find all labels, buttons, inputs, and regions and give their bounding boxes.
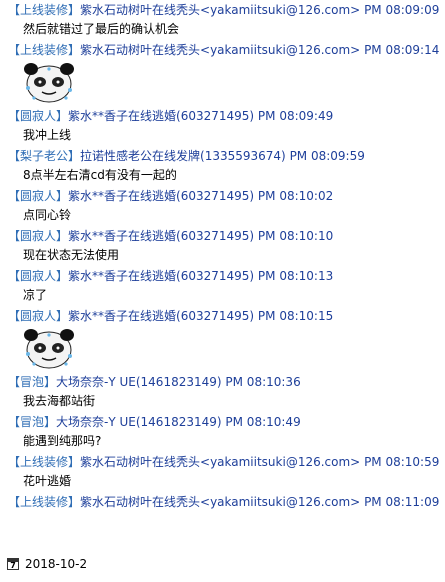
message-time: PM 08:09:09 bbox=[364, 3, 440, 17]
sender-name[interactable]: 紫水**香子在线逃婚(603271495) bbox=[68, 109, 254, 123]
sender-name[interactable]: 拉诺性感老公在线发牌(1335593674) bbox=[80, 149, 286, 163]
sender-name[interactable]: 紫水石动树叶在线秃头<yakamiitsuki@126.com> bbox=[80, 3, 360, 17]
message-time: PM 08:09:49 bbox=[257, 109, 334, 123]
chat-log: 【上线装修】紫水石动树叶在线秃头<yakamiitsuki@126.com> P… bbox=[0, 0, 445, 512]
date-label: 2018-10-2 bbox=[25, 557, 88, 571]
member-title: 【冒泡】 bbox=[8, 375, 57, 389]
message-header: 【上线装修】紫水石动树叶在线秃头<yakamiitsuki@126.com> P… bbox=[0, 0, 445, 20]
member-title: 【上线装修】 bbox=[8, 455, 81, 469]
message-header: 【冒泡】大场奈奈-Y UE(1461823149) PM 08:10:49 bbox=[0, 412, 445, 432]
message-header: 【冒泡】大场奈奈-Y UE(1461823149) PM 08:10:36 bbox=[0, 372, 445, 392]
sender-name[interactable]: 大场奈奈-Y UE(1461823149) bbox=[56, 375, 222, 389]
message-text: 花叶逃婚 bbox=[23, 474, 72, 488]
member-title: 【上线装修】 bbox=[8, 43, 81, 57]
member-title: 【梨子老公】 bbox=[8, 149, 81, 163]
sender-name[interactable]: 大场奈奈-Y UE(1461823149) bbox=[56, 415, 222, 429]
message-header: 【圆寂人】紫水**香子在线逃婚(603271495) PM 08:10:15 bbox=[0, 306, 445, 326]
message-time: PM 08:10:49 bbox=[225, 415, 301, 429]
message-header: 【圆寂人】紫水**香子在线逃婚(603271495) PM 08:10:13 bbox=[0, 266, 445, 286]
message-header: 【上线装修】紫水石动树叶在线秃头<yakamiitsuki@126.com> P… bbox=[0, 452, 445, 472]
sender-name[interactable]: 紫水**香子在线逃婚(603271495) bbox=[68, 189, 254, 203]
sender-name[interactable]: 紫水石动树叶在线秃头<yakamiitsuki@126.com> bbox=[80, 495, 360, 509]
message-text: 能遇到纯那吗? bbox=[23, 434, 102, 448]
panda-face-sticker[interactable] bbox=[22, 326, 76, 370]
message-header: 【上线装修】紫水石动树叶在线秃头<yakamiitsuki@126.com> P… bbox=[0, 40, 445, 60]
message-text: 点同心铃 bbox=[23, 208, 72, 222]
message-header: 【圆寂人】紫水**香子在线逃婚(603271495) PM 08:09:49 bbox=[0, 106, 445, 126]
message-text: 8点半左右清cd有没有一起的 bbox=[23, 168, 177, 182]
member-title: 【圆寂人】 bbox=[8, 109, 69, 123]
message-header: 【圆寂人】紫水**香子在线逃婚(603271495) PM 08:10:02 bbox=[0, 186, 445, 206]
sender-name[interactable]: 紫水石动树叶在线秃头<yakamiitsuki@126.com> bbox=[80, 455, 360, 469]
message-time: PM 08:10:10 bbox=[257, 229, 334, 243]
message-header: 【梨子老公】拉诺性感老公在线发牌(1335593674) PM 08:09:59 bbox=[0, 146, 445, 166]
member-title: 【圆寂人】 bbox=[8, 229, 69, 243]
member-title: 【上线装修】 bbox=[8, 495, 81, 509]
sender-name[interactable]: 紫水石动树叶在线秃头<yakamiitsuki@126.com> bbox=[80, 43, 360, 57]
message-time: PM 08:10:02 bbox=[257, 189, 334, 203]
sender-name[interactable]: 紫水**香子在线逃婚(603271495) bbox=[68, 309, 254, 323]
message-text: 凉了 bbox=[23, 288, 48, 302]
message-time: PM 08:11:09 bbox=[364, 495, 440, 509]
member-title: 【圆寂人】 bbox=[8, 269, 69, 283]
member-title: 【上线装修】 bbox=[8, 3, 81, 17]
message-time: PM 08:10:15 bbox=[257, 309, 334, 323]
member-title: 【冒泡】 bbox=[8, 415, 57, 429]
sender-name[interactable]: 紫水**香子在线逃婚(603271495) bbox=[68, 269, 254, 283]
message-time: PM 08:10:36 bbox=[225, 375, 301, 389]
sender-name[interactable]: 紫水**香子在线逃婚(603271495) bbox=[68, 229, 254, 243]
message-text: 我去海都站街 bbox=[23, 394, 96, 408]
member-title: 【圆寂人】 bbox=[8, 189, 69, 203]
message-time: PM 08:10:13 bbox=[257, 269, 334, 283]
message-time: PM 08:09:59 bbox=[289, 149, 365, 163]
message-text: 我冲上线 bbox=[23, 128, 72, 142]
date-footer: 7 2018-10-2 bbox=[7, 556, 87, 572]
message-header: 【圆寂人】紫水**香子在线逃婚(603271495) PM 08:10:10 bbox=[0, 226, 445, 246]
panda-face-sticker[interactable] bbox=[22, 60, 76, 104]
message-header: 【上线装修】紫水石动树叶在线秃头<yakamiitsuki@126.com> P… bbox=[0, 492, 445, 512]
message-time: PM 08:09:14 bbox=[364, 43, 440, 57]
member-title: 【圆寂人】 bbox=[8, 309, 69, 323]
message-time: PM 08:10:59 bbox=[364, 455, 440, 469]
calendar-icon[interactable]: 7 bbox=[7, 558, 19, 570]
message-text: 然后就错过了最后的确认机会 bbox=[23, 22, 180, 36]
message-text: 现在状态无法使用 bbox=[23, 248, 120, 262]
